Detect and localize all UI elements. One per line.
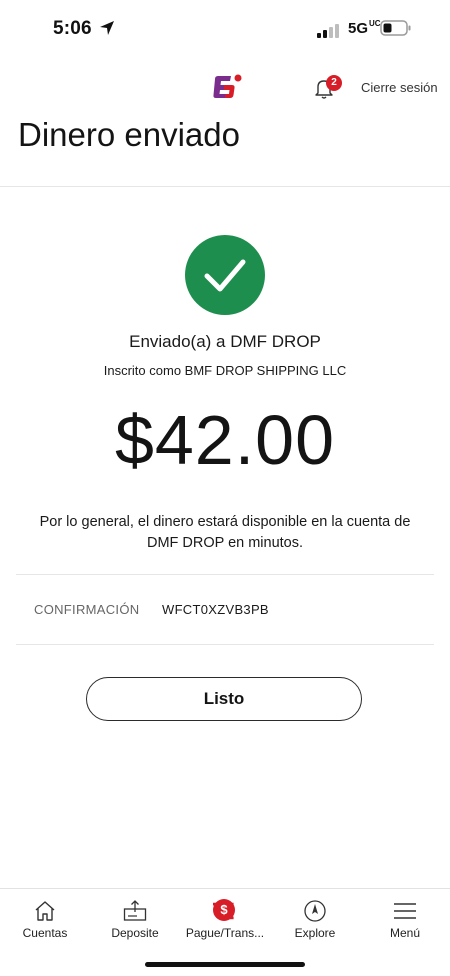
page-title: Dinero enviado xyxy=(18,116,240,153)
title-divider xyxy=(0,186,450,187)
home-icon xyxy=(35,901,55,921)
home-indicator[interactable] xyxy=(145,962,305,967)
deposit-icon xyxy=(123,900,147,921)
tab-accounts[interactable]: Cuentas xyxy=(0,889,90,949)
tab-accounts-label: Cuentas xyxy=(22,926,68,940)
recipient-heading: Enviado(a) a DMF DROP xyxy=(129,332,321,351)
notification-badge[interactable]: 2 xyxy=(326,75,342,91)
done-button[interactable]: Listo xyxy=(86,677,362,721)
availability-line-2: DMF DROP en minutos. xyxy=(146,535,304,551)
availability-message: Por lo general, el dinero estará disponi… xyxy=(25,512,425,554)
location-arrow-icon xyxy=(100,21,114,35)
battery-icon xyxy=(380,20,411,36)
compass-icon xyxy=(304,900,326,922)
confirmation-bottom-divider xyxy=(16,644,434,645)
tab-deposit-label: Deposite xyxy=(111,926,159,940)
network-type: 5GUC xyxy=(348,19,381,38)
money-sent-screen: 5:06 5GUC 2 Cierre sesión Dinero enviado xyxy=(0,0,450,976)
success-check-icon xyxy=(185,235,265,315)
confirmation-label: CONFIRMACIÓN xyxy=(34,602,140,617)
tab-menu-label: Menú xyxy=(389,926,421,940)
tab-menu[interactable]: Menú xyxy=(360,889,450,949)
sign-out-link[interactable]: Cierre sesión xyxy=(361,80,438,95)
enrolled-name: Inscrito como BMF DROP SHIPPING LLC xyxy=(103,363,347,378)
cellular-signal-icon xyxy=(317,24,339,38)
confirmation-top-divider xyxy=(16,574,434,575)
confirmation-number: WFCT0XZVB3PB xyxy=(162,602,269,617)
network-label: 5G xyxy=(348,20,369,37)
pay-transfer-icon: $ xyxy=(213,899,235,921)
amount-sent: $42.00 xyxy=(114,401,336,479)
status-bar: 5:06 5GUC xyxy=(0,0,450,60)
hamburger-menu-icon xyxy=(394,903,416,919)
tab-pay-transfer-label: Pague/Trans... xyxy=(185,926,265,940)
status-time: 5:06 xyxy=(53,18,92,39)
network-sup-label: UC xyxy=(369,19,381,28)
brand-logo-icon xyxy=(213,74,242,98)
tab-explore[interactable]: Explore xyxy=(270,889,360,949)
tab-deposit[interactable]: Deposite xyxy=(90,889,180,949)
tab-pay-transfer[interactable]: $ Pague/Trans... xyxy=(180,889,270,949)
tab-explore-label: Explore xyxy=(294,926,336,940)
availability-line-1: Por lo general, el dinero estará disponi… xyxy=(39,514,411,530)
